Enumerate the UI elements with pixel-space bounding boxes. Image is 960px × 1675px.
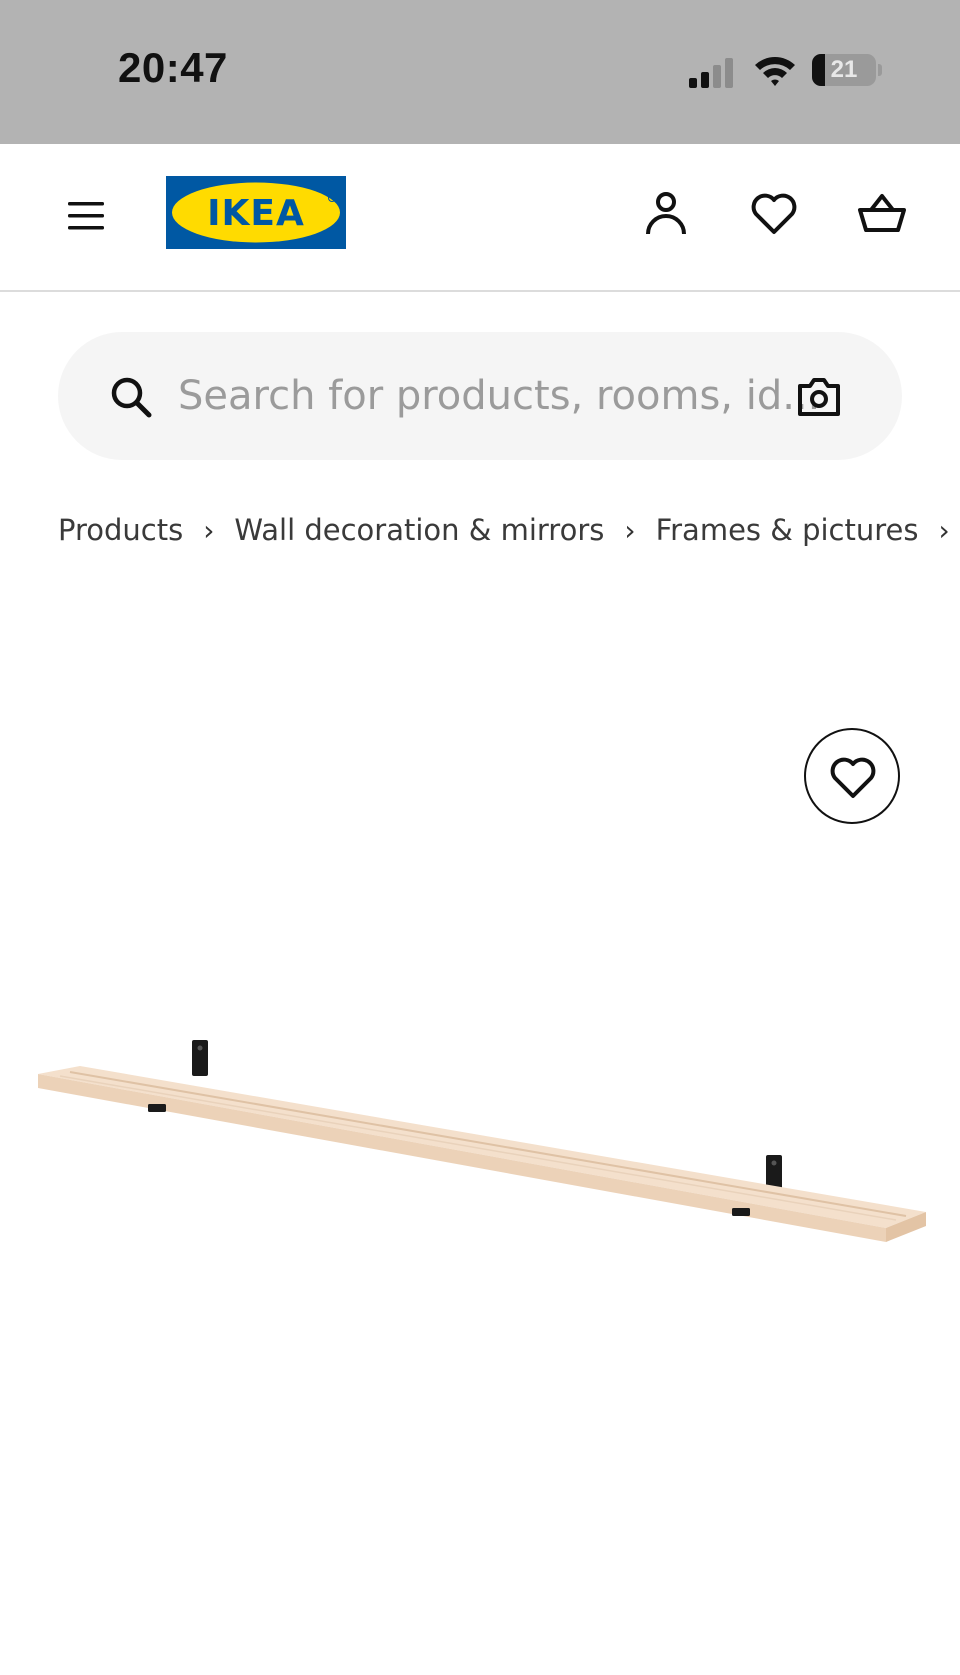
site-header: IKEA — [0, 144, 960, 292]
status-bar: 20:47 21 — [0, 0, 960, 144]
breadcrumb-separator: › — [624, 513, 636, 547]
status-time: 20:47 — [118, 44, 228, 91]
menu-icon[interactable] — [62, 192, 110, 240]
search-bar — [58, 332, 902, 460]
signal-icon — [689, 58, 733, 88]
basket-icon[interactable] — [856, 188, 908, 240]
account-icon[interactable] — [640, 188, 692, 240]
breadcrumb-separator: › — [203, 513, 215, 547]
battery-icon: 21 — [812, 54, 882, 86]
wifi-icon — [755, 57, 795, 86]
camera-search-icon[interactable] — [796, 374, 842, 420]
ikea-logo[interactable]: IKEA — [166, 176, 346, 249]
battery-tip — [878, 64, 882, 76]
breadcrumb-separator: › — [938, 513, 950, 547]
heart-icon — [830, 757, 876, 798]
search-input[interactable] — [178, 366, 818, 426]
breadcrumb-products[interactable]: Products — [58, 513, 183, 547]
search-icon[interactable] — [108, 374, 154, 420]
breadcrumb-wall-decoration[interactable]: Wall decoration & mirrors — [234, 513, 604, 547]
wishlist-icon[interactable] — [748, 188, 800, 240]
add-to-favourites-button[interactable] — [804, 728, 900, 824]
battery-level: 21 — [830, 56, 858, 83]
battery-body: 21 — [812, 54, 876, 86]
breadcrumb: Products › Wall decoration & mirrors › F… — [58, 508, 960, 552]
product-image[interactable] — [30, 1030, 930, 1270]
logo-text: IKEA — [207, 193, 305, 234]
breadcrumb-frames-pictures[interactable]: Frames & pictures — [656, 513, 919, 547]
product-gallery — [0, 590, 960, 1675]
